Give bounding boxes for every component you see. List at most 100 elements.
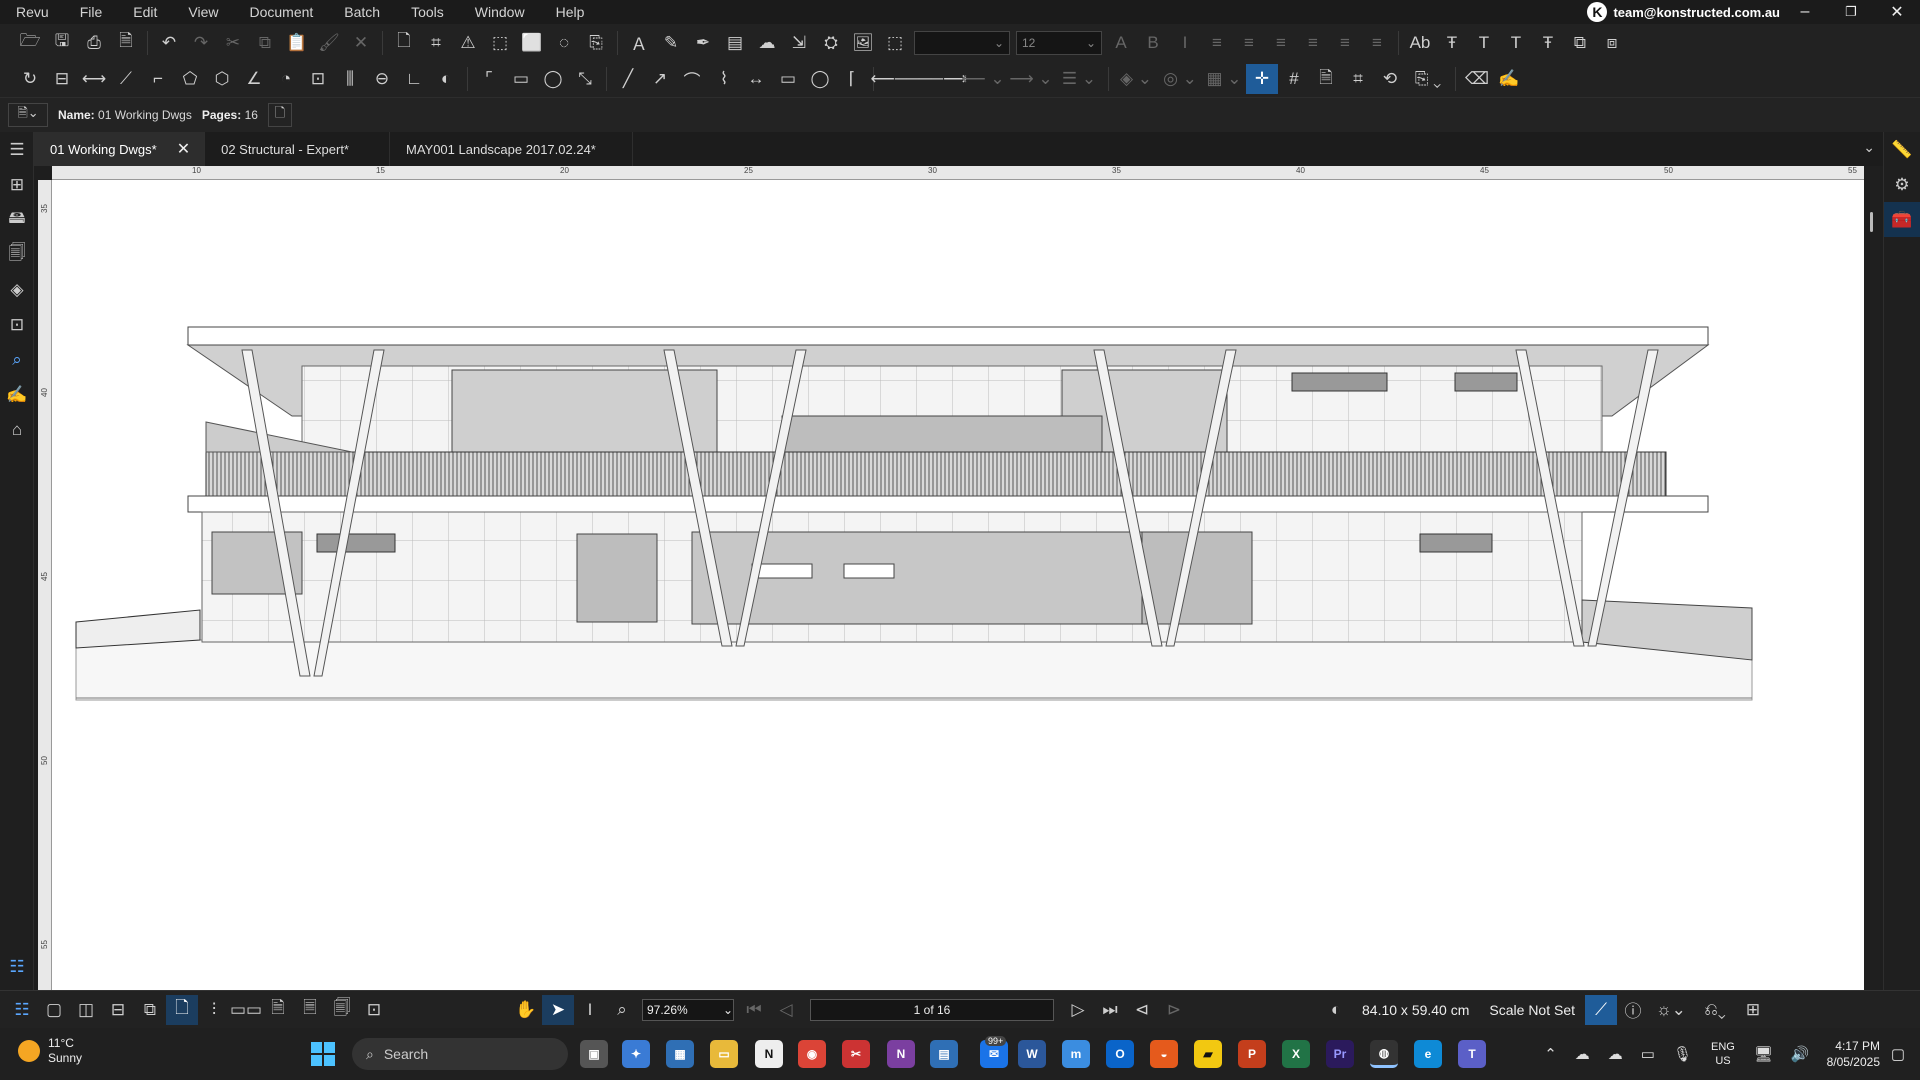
split-vertical-icon[interactable]: ◫ [70, 995, 102, 1025]
line-end-icon[interactable]: ⟶ ⌄ [1007, 64, 1055, 94]
tab-working-dwgs[interactable]: 01 Working Dwgs* ✕ [34, 132, 206, 166]
sign-icon[interactable]: ✍ [1493, 64, 1525, 94]
marquee-icon[interactable]: ⬜ [516, 28, 548, 58]
align-left-icon[interactable]: ≡ [1201, 28, 1233, 58]
sticky-notes-icon[interactable]: ▰ [1194, 1040, 1222, 1068]
font-color-icon[interactable]: A [1105, 28, 1137, 58]
measure-area-icon[interactable]: ⬚ [879, 28, 911, 58]
toolbox-icon[interactable]: 🧰 [1884, 202, 1920, 237]
stamp-icon[interactable]: ▤ [719, 28, 751, 58]
properties-icon[interactable]: ⚙ [1884, 167, 1920, 202]
menu-document[interactable]: Document [233, 0, 328, 24]
volume-icon[interactable]: ⬡ [206, 64, 238, 94]
markups-list-toggle-icon[interactable]: ☷ [6, 995, 38, 1025]
angle-icon[interactable]: ∠ [238, 64, 270, 94]
align-right-icon[interactable]: ≡ [1265, 28, 1297, 58]
network-icon[interactable]: 🖥 [1745, 1045, 1782, 1063]
print-icon[interactable]: ⎙ [78, 28, 110, 58]
next-view-icon[interactable]: ⊳ [1158, 995, 1190, 1025]
polylength-icon[interactable]: ⟋ [110, 64, 142, 94]
compare-icon[interactable]: ⧉ [1564, 28, 1596, 58]
menu-window[interactable]: Window [459, 0, 540, 24]
chevron-down-icon[interactable]: ⌄ [1863, 139, 1875, 156]
fullscreen-icon[interactable]: ⊞ [1737, 995, 1769, 1025]
microphone-icon[interactable]: 🎙 [1664, 1045, 1701, 1063]
line-start-icon[interactable]: ⟵ ⌄ [959, 64, 1007, 94]
single-page-icon[interactable]: ▢ [38, 995, 70, 1025]
sync-icon[interactable]: ⎘ ⌄ [1406, 64, 1450, 94]
dynamic-fill-icon[interactable]: ⫼ [334, 64, 366, 94]
line-weight-icon[interactable]: ☰ ⌄ [1055, 64, 1103, 94]
page-setup-icon[interactable]: 🗋 [267, 103, 292, 127]
close-tab-icon[interactable]: ✕ [177, 139, 190, 159]
ellipse-icon[interactable]: ◯ [804, 64, 836, 94]
grid-icon[interactable]: # [1278, 64, 1310, 94]
split-horizontal-icon[interactable]: ⊟ [102, 995, 134, 1025]
document-menu-button[interactable]: 🗎⌄ [8, 103, 48, 127]
sync-view-icon[interactable]: ⧉ [134, 995, 166, 1025]
language-indicator[interactable]: ENG US [1701, 1040, 1745, 1068]
text-replace-icon[interactable]: Ŧ [1532, 28, 1564, 58]
powerpoint-icon[interactable]: P [1238, 1040, 1266, 1068]
taskbar-search[interactable]: ⌕ Search [352, 1038, 568, 1070]
diameter-icon[interactable]: ⊖ [366, 64, 398, 94]
tab-landscape[interactable]: MAY001 Landscape 2017.02.24* [390, 132, 633, 166]
search-panel-icon[interactable]: ⌕ [0, 342, 34, 377]
onedrive-icon[interactable]: ☁ [1566, 1045, 1599, 1063]
copy-icon[interactable]: ⧉ [249, 28, 281, 58]
measurements-icon[interactable]: 📏 [1884, 132, 1920, 167]
callout-icon[interactable]: ⇲ [783, 28, 815, 58]
highlight-icon[interactable]: ✎ [655, 28, 687, 58]
scrollbar-thumb[interactable] [1870, 212, 1873, 232]
account-area[interactable]: K team@konstructed.com.au [1587, 1, 1780, 23]
polyline-icon[interactable]: ⌇ [708, 64, 740, 94]
chevron-up-icon[interactable]: ⌃ [1535, 1045, 1566, 1063]
onenote-icon[interactable]: N [887, 1040, 915, 1068]
stamp-tool-icon[interactable]: ⛭ [815, 28, 847, 58]
close-button[interactable]: ✕ [1874, 0, 1920, 24]
pen-icon[interactable]: ✒ [687, 28, 719, 58]
area-icon[interactable]: ⬠ [174, 64, 206, 94]
overlay-icon[interactable]: ⧈ [1596, 28, 1628, 58]
line-icon[interactable]: ╱ [612, 64, 644, 94]
document-canvas[interactable] [52, 180, 1864, 990]
lasso-icon[interactable]: ◌ [548, 28, 580, 58]
select-icon[interactable]: ➤ [542, 994, 574, 1025]
paste-icon[interactable]: 📋 [281, 28, 313, 58]
dimension-icon[interactable]: ↔ [740, 64, 772, 94]
fill-color-icon[interactable]: ◈ ⌄ [1114, 64, 1158, 94]
fit-content-icon[interactable]: ⊡ [358, 995, 390, 1025]
cloud-icon[interactable]: ☁ [751, 28, 783, 58]
snap-icon[interactable]: ⟋ [1585, 994, 1618, 1025]
previous-view-icon[interactable]: ⊲ [1126, 995, 1158, 1025]
new-page-icon[interactable]: 🗋 [388, 28, 420, 58]
continuous-icon[interactable]: ⫶ [198, 995, 230, 1025]
text-highlight-icon[interactable]: T [1500, 28, 1532, 58]
outlook-icon[interactable]: O [1106, 1040, 1134, 1068]
bluebeam-revu-icon[interactable]: ◍ [1370, 1040, 1398, 1068]
calculator-icon[interactable]: ▦ [666, 1040, 694, 1068]
chrome-icon[interactable]: ◉ [798, 1040, 826, 1068]
next-page-icon[interactable]: ▷ [1062, 995, 1094, 1025]
menu-file[interactable]: File [64, 0, 118, 24]
task-view-icon[interactable]: ▣ [580, 1040, 608, 1068]
markups-list-icon[interactable]: ☷ [0, 949, 34, 984]
cutout-icon[interactable]: ◐ [430, 64, 462, 94]
arc-icon[interactable]: ⌒ [676, 64, 708, 94]
snip-tool-icon[interactable]: ✂ [842, 1040, 870, 1068]
tool-chest-icon[interactable]: 🗐 [0, 237, 34, 272]
info-icon[interactable]: ⓘ [1617, 995, 1649, 1025]
erase-icon[interactable]: ⌫ [1461, 64, 1493, 94]
menu-view[interactable]: View [172, 0, 233, 24]
notepad-icon[interactable]: ▤ [930, 1040, 958, 1068]
rectangle-icon[interactable]: ▭ [772, 64, 804, 94]
snap-to-markup-icon[interactable]: ⟲ [1374, 64, 1406, 94]
save-icon[interactable]: 🖫 [46, 28, 78, 58]
quick-measure-icon[interactable]: ⤡ [569, 64, 601, 94]
notion-icon[interactable]: N [755, 1040, 783, 1068]
line-color-icon[interactable]: ◎ ⌄ [1158, 64, 1202, 94]
snap-to-content-icon[interactable]: 🗎 [1310, 64, 1342, 94]
align-bottom-icon[interactable]: ≡ [1361, 28, 1393, 58]
weather-widget[interactable]: 11°C Sunny [18, 1036, 82, 1066]
align-icon[interactable]: ⊟ [46, 64, 78, 94]
